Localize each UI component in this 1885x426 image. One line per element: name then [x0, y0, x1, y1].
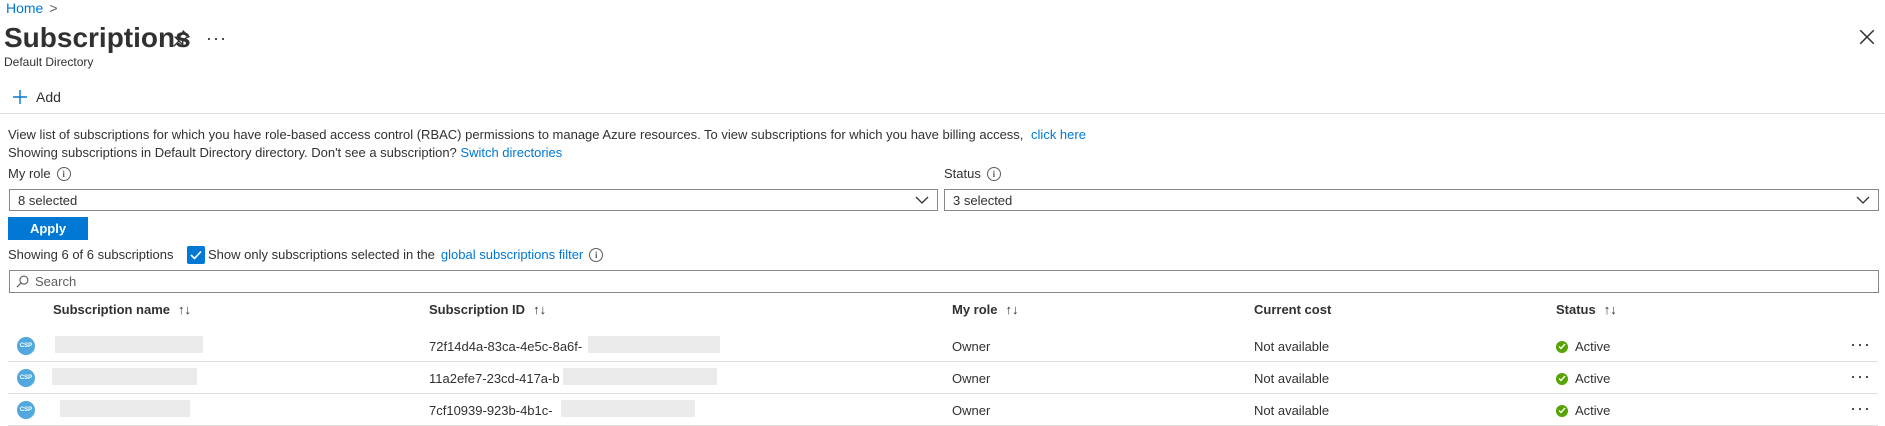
global-filter-link[interactable]: global subscriptions filter — [441, 247, 583, 262]
switch-directories-link[interactable]: Switch directories — [460, 145, 562, 160]
column-header-label: Current cost — [1254, 302, 1332, 317]
row-more-options-button[interactable]: ··· — [1850, 366, 1871, 387]
rbac-info-text: View list of subscriptions for which you… — [8, 127, 1086, 142]
column-header-status[interactable]: Status ↑↓ — [1556, 302, 1617, 317]
apply-button[interactable]: Apply — [8, 217, 88, 240]
plus-icon — [13, 90, 27, 104]
breadcrumb: Home > — [6, 0, 58, 16]
info-icon[interactable]: i — [589, 247, 604, 262]
subscription-count: Showing 6 of 6 subscriptions — [8, 247, 174, 262]
table-row[interactable]: CSP 72f14d4a-83ca-4e5c-8a6f- Owner Not a… — [8, 330, 1878, 362]
header-divider — [0, 113, 1885, 114]
sort-icon[interactable]: ↑↓ — [533, 302, 546, 317]
redacted-subscription-name — [52, 368, 197, 385]
current-cost-cell: Not available — [1254, 403, 1330, 418]
rbac-info-label: View list of subscriptions for which you… — [8, 127, 1024, 142]
redacted-subscription-id — [588, 336, 720, 353]
csp-badge-icon: CSP — [17, 401, 35, 419]
redacted-subscription-id — [563, 368, 717, 385]
csp-badge-icon: CSP — [17, 337, 35, 355]
my-role-dropdown[interactable]: 8 selected — [9, 189, 938, 211]
table-row[interactable]: CSP 7cf10939-923b-4b1c- Owner Not availa… — [8, 394, 1878, 426]
info-icon[interactable]: i — [56, 166, 71, 181]
checkmark-icon — [190, 250, 202, 260]
status-cell: Active — [1556, 371, 1610, 386]
redacted-subscription-name — [60, 400, 190, 417]
current-cost-cell: Not available — [1254, 371, 1330, 386]
breadcrumb-separator: > — [49, 0, 58, 16]
column-header-label: Subscription ID — [429, 302, 526, 317]
directory-info-label: Showing subscriptions in Default Directo… — [8, 145, 457, 160]
search-placeholder: Search — [35, 274, 77, 289]
breadcrumb-home-link[interactable]: Home — [6, 0, 43, 16]
status-value: 3 selected — [953, 192, 1013, 208]
my-role-cell: Owner — [952, 339, 991, 354]
redacted-subscription-id — [561, 400, 695, 417]
column-header-label: My role — [952, 302, 998, 317]
status-text: Active — [1575, 339, 1611, 354]
column-header-my-role[interactable]: My role ↑↓ — [952, 302, 1019, 317]
row-more-options-button[interactable]: ··· — [1850, 398, 1871, 419]
billing-access-link[interactable]: click here — [1031, 127, 1086, 142]
global-filter-checkbox[interactable] — [187, 246, 205, 264]
redacted-subscription-name — [55, 336, 203, 353]
search-input[interactable]: Search — [9, 270, 1879, 293]
global-filter-text: Show only subscriptions selected in the — [208, 247, 435, 262]
table-row[interactable]: CSP 11a2efe7-23cd-417a-b Owner Not avail… — [8, 362, 1878, 394]
column-header-subscription-id[interactable]: Subscription ID ↑↓ — [429, 302, 546, 317]
close-icon[interactable] — [1858, 28, 1876, 46]
my-role-label-text: My role — [8, 166, 51, 181]
add-button[interactable]: Add — [12, 89, 61, 105]
global-filter-label: Show only subscriptions selected in the … — [208, 247, 604, 262]
check-circle-icon — [1556, 340, 1568, 353]
my-role-cell: Owner — [952, 403, 991, 418]
current-cost-cell: Not available — [1254, 339, 1330, 354]
column-header-subscription-name[interactable]: Subscription name ↑↓ — [53, 302, 191, 317]
search-icon — [16, 275, 29, 288]
chevron-down-icon — [1856, 196, 1870, 204]
page-title: Subscriptions — [4, 22, 191, 53]
chevron-down-icon — [915, 196, 929, 204]
sort-icon[interactable]: ↑↓ — [178, 302, 191, 317]
pin-icon[interactable] — [172, 30, 190, 48]
status-text: Active — [1575, 371, 1611, 386]
info-icon[interactable]: i — [986, 166, 1001, 181]
check-circle-icon — [1556, 404, 1568, 417]
add-label: Add — [36, 89, 61, 105]
subscription-id[interactable]: 11a2efe7-23cd-417a-b — [429, 371, 560, 386]
status-label: Status i — [944, 166, 1001, 181]
column-header-label: Status — [1556, 302, 1596, 317]
subscription-id[interactable]: 72f14d4a-83ca-4e5c-8a6f- — [429, 339, 582, 354]
sort-icon[interactable]: ↑↓ — [1604, 302, 1617, 317]
my-role-value: 8 selected — [18, 192, 78, 208]
status-label-text: Status — [944, 166, 981, 181]
status-dropdown[interactable]: 3 selected — [944, 189, 1879, 211]
column-header-label: Subscription name — [53, 302, 171, 317]
row-more-options-button[interactable]: ··· — [1850, 334, 1871, 355]
subscription-id[interactable]: 7cf10939-923b-4b1c- — [429, 403, 553, 418]
status-text: Active — [1575, 403, 1611, 418]
status-cell: Active — [1556, 403, 1610, 418]
page-subtitle: Default Directory — [4, 55, 94, 69]
directory-info-text: Showing subscriptions in Default Directo… — [8, 145, 562, 160]
csp-badge-icon: CSP — [17, 369, 35, 387]
status-cell: Active — [1556, 339, 1610, 354]
column-header-current-cost: Current cost — [1254, 302, 1331, 317]
sort-icon[interactable]: ↑↓ — [1006, 302, 1019, 317]
check-circle-icon — [1556, 372, 1568, 385]
my-role-cell: Owner — [952, 371, 991, 386]
my-role-label: My role i — [8, 166, 71, 181]
more-options-button[interactable]: ··· — [206, 28, 227, 49]
